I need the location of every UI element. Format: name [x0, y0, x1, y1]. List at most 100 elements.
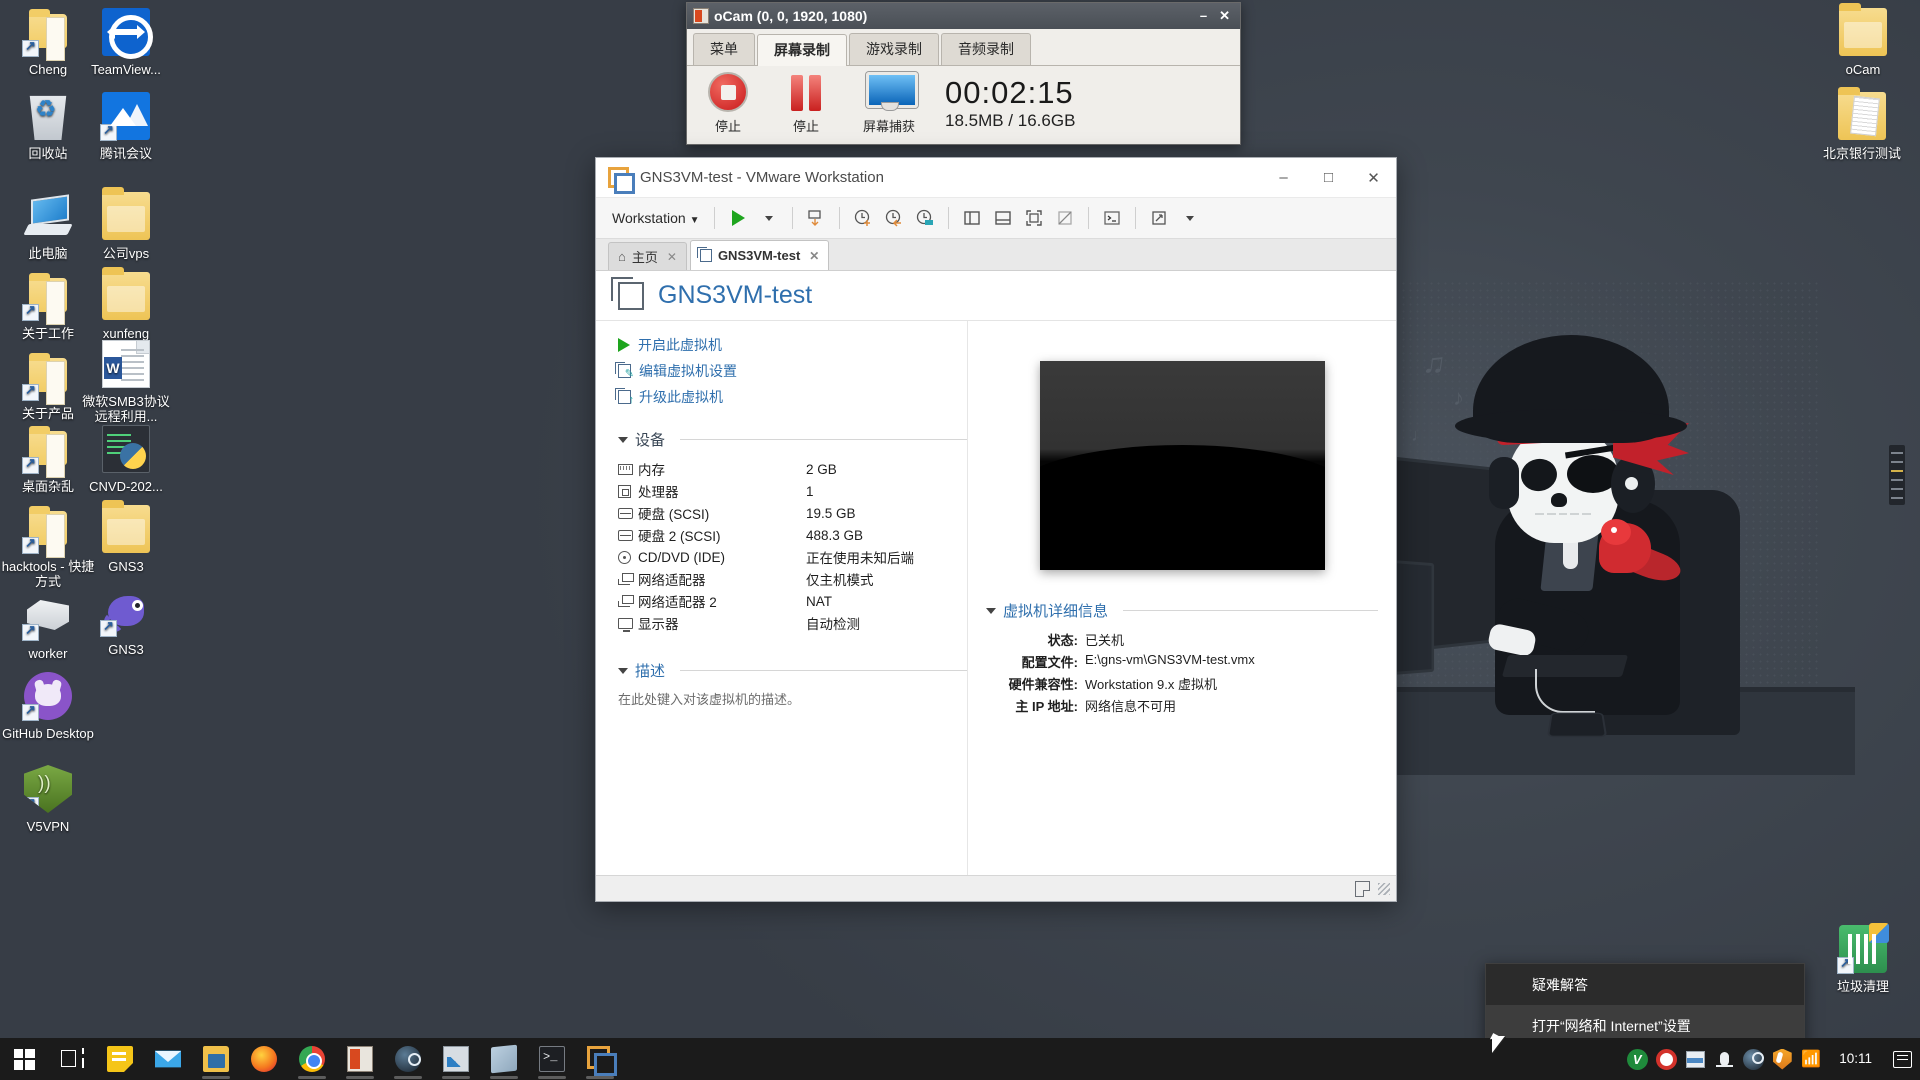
workstation-menu-button[interactable]: Workstation ▼: [606, 206, 705, 230]
upgrade-vm-icon: ↑: [615, 388, 634, 406]
desktop-icon-bank-test[interactable]: 北京银行测试: [1806, 87, 1918, 161]
taskbar-item-sticky-notes[interactable]: [96, 1038, 144, 1080]
stretch-dropdown-button[interactable]: [1176, 205, 1204, 231]
devices-section-header[interactable]: 设备: [618, 429, 967, 450]
resize-grip-icon[interactable]: [1378, 882, 1390, 895]
desktop-icon-tencent-meeting[interactable]: 腾讯会议: [78, 92, 174, 161]
unity-mode-button[interactable]: [1051, 205, 1079, 231]
ocam-close-button[interactable]: ✕: [1219, 8, 1230, 24]
power-on-button[interactable]: [724, 205, 752, 231]
tray-item-microphone[interactable]: [1712, 1047, 1736, 1071]
taskbar-item-mail[interactable]: [144, 1038, 192, 1080]
ocam-title-bar[interactable]: oCam (0, 0, 1920, 1080) – ✕: [687, 3, 1240, 29]
desktop-icon-ocam-folder[interactable]: oCam: [1815, 3, 1911, 77]
edit-settings-icon: ✎: [615, 362, 634, 380]
stretch-icon: [1152, 211, 1167, 225]
folder-shortcut-icon: [22, 425, 72, 478]
desktop-icon-gns3-folder[interactable]: GNS3: [78, 500, 174, 574]
play-icon: [618, 338, 630, 352]
taskbar-item-notes-app[interactable]: [480, 1038, 528, 1080]
device-row[interactable]: 内存 2 GB: [618, 458, 967, 480]
panel-left-icon: [964, 211, 981, 225]
desktop-icon-v5vpn[interactable]: V5VPN: [0, 765, 96, 834]
desktop-icon-github-desktop[interactable]: GitHub Desktop: [0, 672, 96, 741]
desktop-icon-smb3-doc[interactable]: W 微软SMB3协议远程利用...: [78, 340, 174, 424]
this-pc-icon: [23, 192, 73, 240]
desktop-icon-xunfeng[interactable]: xunfeng: [78, 267, 174, 341]
tab-gns3vm-test[interactable]: GNS3VM-test ✕: [689, 240, 830, 270]
desktop-icon-cnvd-script[interactable]: CNVD-202...: [78, 425, 174, 494]
context-menu-item-troubleshoot[interactable]: 疑难解答: [1486, 964, 1804, 1005]
ocam-elapsed-time: 00:02:15: [945, 75, 1074, 110]
device-row[interactable]: 硬盘 (SCSI) 19.5 GB: [618, 502, 967, 524]
tray-item-v[interactable]: V: [1625, 1047, 1649, 1071]
taskbar-item-terminal[interactable]: [528, 1038, 576, 1080]
parrot-eye-shape: [1611, 527, 1617, 533]
revert-snapshot-button[interactable]: [880, 205, 908, 231]
vmware-title-bar[interactable]: GNS3VM-test - VMware Workstation – □ ✕: [596, 158, 1396, 198]
action-center-button[interactable]: [1884, 1038, 1920, 1080]
tray-item-security[interactable]: [1770, 1047, 1794, 1071]
tray-item-recorder[interactable]: [1654, 1047, 1678, 1071]
tab-vm-close-icon[interactable]: ✕: [809, 249, 819, 263]
power-on-vm-action[interactable]: 开启此虚拟机: [618, 335, 967, 355]
taskbar-item-task-view[interactable]: [48, 1038, 96, 1080]
description-placeholder[interactable]: 在此处键入对该虚拟机的描述。: [618, 689, 967, 708]
device-row[interactable]: 显示器 自动检测: [618, 612, 967, 634]
desktop-icon-teamviewer[interactable]: TeamView...: [78, 8, 174, 77]
edit-vm-settings-action[interactable]: ✎ 编辑虚拟机设置: [615, 361, 967, 381]
tray-item-grid[interactable]: [1683, 1047, 1707, 1071]
start-button[interactable]: [0, 1038, 48, 1080]
device-row[interactable]: 处理器 1: [618, 480, 967, 502]
chart-app-icon: [443, 1046, 469, 1072]
taskbar-item-file-explorer[interactable]: [192, 1038, 240, 1080]
device-row[interactable]: 网络适配器 2 NAT: [618, 590, 967, 612]
taskbar-clock[interactable]: 10:11: [1827, 1051, 1884, 1067]
tab-home[interactable]: ⌂ 主页 ✕: [608, 242, 687, 270]
ocam-tab-screen-record[interactable]: 屏幕录制: [757, 34, 847, 66]
ocam-minimize-button[interactable]: –: [1200, 8, 1207, 24]
power-dropdown-button[interactable]: [755, 205, 783, 231]
taskbar-item-chrome[interactable]: [288, 1038, 336, 1080]
ocam-pause-button[interactable]: 停止: [775, 72, 837, 135]
taskbar-item-chart-app[interactable]: [432, 1038, 480, 1080]
device-row[interactable]: CD/DVD (IDE) 正在使用未知后端: [618, 546, 967, 568]
desktop-icon-company-vps[interactable]: 公司vps: [78, 187, 174, 261]
desktop-icon-gns3-app[interactable]: GNS3: [78, 588, 174, 657]
taskbar-item-ocam[interactable]: [336, 1038, 384, 1080]
taskbar-item-steam[interactable]: [384, 1038, 432, 1080]
device-row[interactable]: 网络适配器 仅主机模式: [618, 568, 967, 590]
taskbar-item-vmware[interactable]: [576, 1038, 624, 1080]
take-snapshot-button[interactable]: [849, 205, 877, 231]
vmware-maximize-button[interactable]: □: [1306, 158, 1351, 197]
tray-item-steam[interactable]: [1741, 1047, 1765, 1071]
stretch-button[interactable]: [1145, 205, 1173, 231]
device-value: 自动检测: [806, 617, 860, 632]
tab-home-close-icon[interactable]: ✕: [667, 250, 677, 264]
tencent-meeting-icon: [100, 92, 150, 141]
full-screen-button[interactable]: [1020, 205, 1048, 231]
ocam-tab-menu[interactable]: 菜单: [693, 33, 755, 65]
desktop-icon-cleaner[interactable]: 垃圾清理: [1815, 923, 1911, 994]
vm-screen-preview[interactable]: [1039, 361, 1325, 570]
ocam-stop-button[interactable]: 停止: [697, 72, 759, 135]
note-icon[interactable]: [1355, 880, 1370, 897]
snapshot-manager-button[interactable]: [911, 205, 939, 231]
description-section-header[interactable]: 描述: [618, 660, 967, 681]
ocam-body: 停止 停止 屏幕捕获 00:02:15 18.5MB / 16.6GB: [687, 66, 1240, 135]
show-thumbnail-bar-button[interactable]: [989, 205, 1017, 231]
ocam-tab-audio-record[interactable]: 音频录制: [941, 33, 1031, 65]
task-view-icon: [59, 1046, 85, 1072]
upgrade-vm-action[interactable]: ↑ 升级此虚拟机: [615, 387, 967, 407]
vm-details-section-header[interactable]: 虚拟机详细信息: [986, 600, 1378, 621]
ocam-tab-game-record[interactable]: 游戏录制: [849, 33, 939, 65]
console-button[interactable]: [1098, 205, 1126, 231]
tray-item-network[interactable]: 📶: [1799, 1047, 1823, 1071]
vmware-close-button[interactable]: ✕: [1351, 158, 1396, 197]
taskbar-item-firefox[interactable]: [240, 1038, 288, 1080]
manage-snapshot-button[interactable]: [802, 205, 830, 231]
device-row[interactable]: 硬盘 2 (SCSI) 488.3 GB: [618, 524, 967, 546]
show-library-button[interactable]: [958, 205, 986, 231]
vmware-minimize-button[interactable]: –: [1261, 158, 1306, 197]
ocam-screen-capture-button[interactable]: 屏幕捕获: [853, 72, 925, 135]
